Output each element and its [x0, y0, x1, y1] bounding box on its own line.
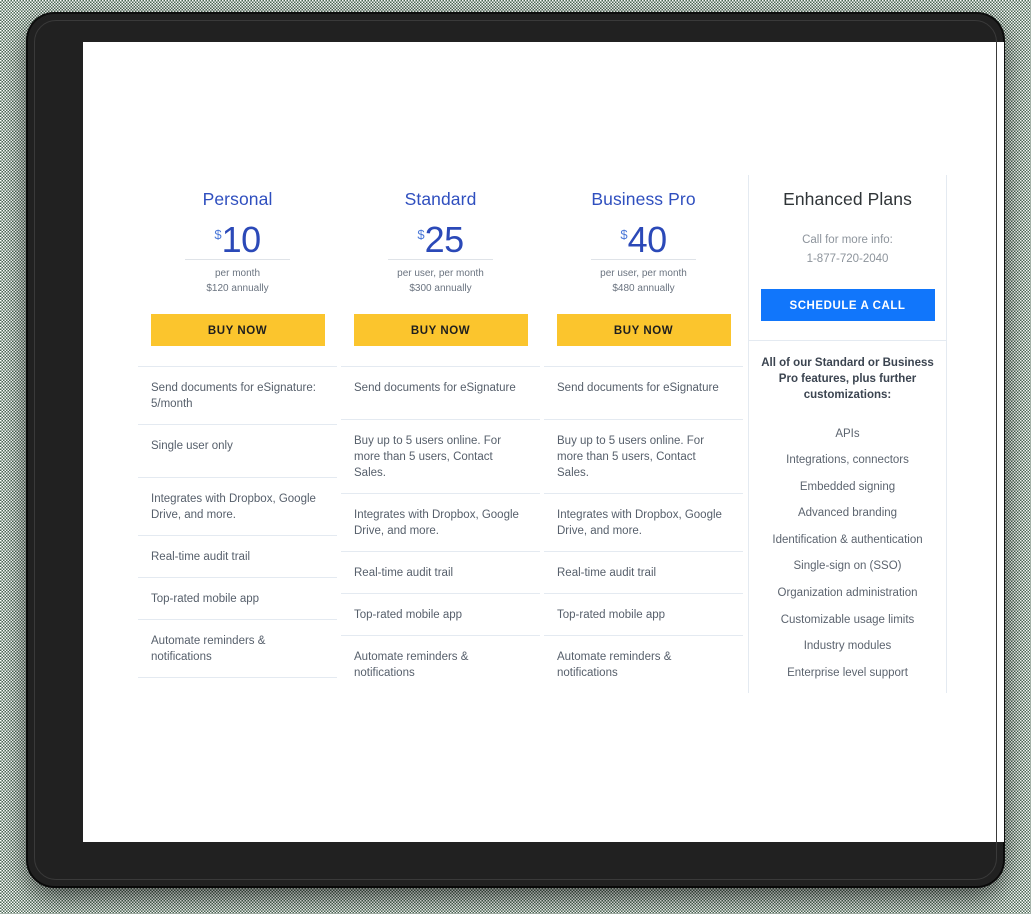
feature-item: Automate reminders & notifications	[341, 636, 540, 693]
buy-now-button-business-pro[interactable]: BUY NOW	[556, 313, 731, 346]
feature-item: Integrates with Dropbox, Google Drive, a…	[341, 494, 540, 552]
plan-price-standard: $25	[341, 214, 540, 260]
device-bezel: Personal $10 per month $120 annually BUY…	[28, 14, 1004, 886]
feature-item: Buy up to 5 users online. For more than …	[341, 420, 540, 494]
currency-symbol: $	[214, 226, 222, 242]
feature-item: Top-rated mobile app	[341, 594, 540, 636]
plan-title-enhanced: Enhanced Plans	[783, 189, 912, 209]
enhanced-feature-item: Integrations, connectors	[786, 454, 909, 467]
plan-header-standard: Standard $25 per user, per month $300 an…	[341, 175, 540, 367]
feature-item: Real-time audit trail	[138, 536, 337, 578]
feature-item: Automate reminders & notifications	[544, 636, 743, 693]
currency-symbol: $	[417, 226, 425, 242]
enhanced-feature-item: Customizable usage limits	[780, 613, 915, 626]
feature-item: Real-time audit trail	[341, 552, 540, 594]
plan-period-standard: per user, per month	[397, 267, 484, 279]
feature-item: Buy up to 5 users online. For more than …	[544, 420, 743, 494]
enhanced-feature-item: Single-sign on (SSO)	[793, 560, 902, 573]
enhanced-feature-item: Identification & authentication	[772, 533, 923, 546]
feature-item: Send documents for eSignature: 5/month	[138, 367, 337, 425]
price-amount: 40	[627, 218, 668, 260]
plan-annual-standard: $300 annually	[409, 282, 472, 294]
enhanced-intro-text: All of our Standard or Business Pro feat…	[761, 356, 934, 401]
enhanced-feature-body: All of our Standard or Business Pro feat…	[749, 341, 946, 694]
feature-item: Top-rated mobile app	[544, 594, 743, 636]
price-amount: 10	[221, 218, 262, 260]
enhanced-feature-item: Industry modules	[803, 640, 892, 653]
pricing-table: Personal $10 per month $120 annually BUY…	[138, 175, 949, 693]
plan-column-personal: Personal $10 per month $120 annually BUY…	[138, 175, 337, 693]
feature-list-business-pro: Send documents for eSignature Buy up to …	[544, 367, 743, 693]
call-for-info-label: Call for more info:	[802, 233, 893, 246]
plan-title-personal: Personal	[202, 189, 273, 209]
feature-item: Reusable templates	[138, 678, 337, 694]
plan-annual-personal: $120 annually	[206, 282, 269, 294]
buy-now-button-personal[interactable]: BUY NOW	[150, 313, 325, 346]
plan-price-personal: $10	[138, 214, 337, 260]
feature-item: Send documents for eSignature	[544, 367, 743, 420]
feature-item: Send documents for eSignature	[341, 367, 540, 420]
schedule-a-call-button[interactable]: SCHEDULE A CALL	[760, 288, 935, 321]
price-amount: 25	[424, 218, 465, 260]
plan-title-business-pro: Business Pro	[591, 189, 696, 209]
feature-item: Integrates with Dropbox, Google Drive, a…	[544, 494, 743, 552]
plan-header-enhanced: Enhanced Plans Call for more info: 1-877…	[749, 175, 946, 341]
feature-item: Real-time audit trail	[544, 552, 743, 594]
buy-now-button-standard[interactable]: BUY NOW	[353, 313, 528, 346]
enhanced-feature-item: APIs	[835, 427, 860, 440]
feature-item: Single user only	[138, 425, 337, 478]
browser-viewport: Personal $10 per month $120 annually BUY…	[83, 42, 1004, 842]
plan-title-standard: Standard	[404, 189, 477, 209]
plan-column-standard: Standard $25 per user, per month $300 an…	[341, 175, 540, 693]
feature-item: Automate reminders & notifications	[138, 620, 337, 678]
plan-period-business-pro: per user, per month	[600, 267, 687, 279]
enhanced-feature-item: Enterprise level support	[787, 666, 908, 679]
feature-list-standard: Send documents for eSignature Buy up to …	[341, 367, 540, 693]
enhanced-feature-item: Organization administration	[777, 587, 918, 600]
feature-item: Top-rated mobile app	[138, 578, 337, 620]
plan-header-business-pro: Business Pro $40 per user, per month $48…	[544, 175, 743, 367]
currency-symbol: $	[620, 226, 628, 242]
plan-annual-business-pro: $480 annually	[612, 282, 675, 294]
enhanced-feature-item: Embedded signing	[799, 480, 896, 493]
plan-column-enhanced: Enhanced Plans Call for more info: 1-877…	[748, 175, 947, 693]
feature-item: Integrates with Dropbox, Google Drive, a…	[138, 478, 337, 536]
plan-column-business-pro: Business Pro $40 per user, per month $48…	[544, 175, 743, 693]
enhanced-feature-item: Advanced branding	[797, 507, 898, 520]
plan-header-personal: Personal $10 per month $120 annually BUY…	[138, 175, 337, 367]
feature-list-personal: Send documents for eSignature: 5/month S…	[138, 367, 337, 694]
plan-price-business-pro: $40	[544, 214, 743, 260]
phone-number[interactable]: 1-877-720-2040	[749, 250, 946, 269]
plan-period-personal: per month	[214, 267, 261, 279]
